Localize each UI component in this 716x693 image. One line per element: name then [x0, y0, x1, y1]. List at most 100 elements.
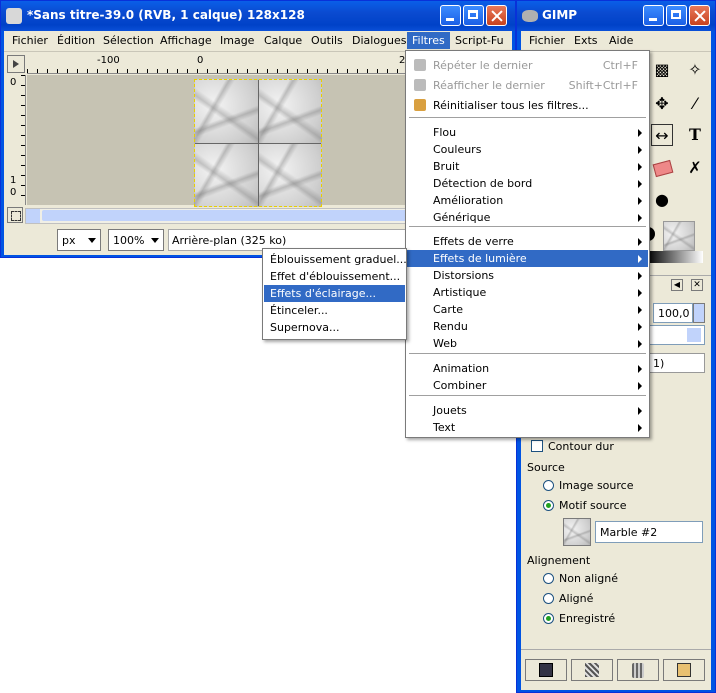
menu-selection[interactable]: Sélection [103, 34, 154, 47]
menu-calque[interactable]: Calque [264, 34, 302, 47]
light-effects-item-3[interactable]: Étinceler... [264, 302, 405, 319]
menu-fichier[interactable]: Fichier [12, 34, 48, 47]
smudge-icon[interactable]: ✗ [684, 157, 706, 179]
save-icon [539, 663, 553, 677]
light-effects-item-4[interactable]: Supernova... [264, 319, 405, 336]
clone-stamp-icon[interactable]: ▩ [651, 59, 673, 81]
mode-dropdown[interactable] [649, 325, 705, 345]
hard-edge-label: Contour dur [548, 440, 614, 453]
filters-item-bruit[interactable]: Bruit [407, 158, 648, 175]
filters-item-repeter-le-dernier[interactable]: Répéter le dernier Ctrl+F [407, 57, 648, 74]
quick-mask-menu-button[interactable] [7, 55, 25, 73]
menu-item-label: Rendu [433, 320, 468, 333]
maximize-button[interactable] [666, 5, 687, 26]
gimp-titlebar[interactable]: GIMP [517, 1, 715, 31]
filters-item-reinitialiser-tous-les-filtres[interactable]: Réinitialiser tous les filtres... [407, 97, 648, 114]
light-effects-item-2[interactable]: Effets d'éclairage... [264, 285, 405, 302]
menu-item-accelerator: Shift+Ctrl+F [568, 79, 638, 92]
dock-menu-button[interactable]: ◀ [671, 279, 683, 291]
close-button[interactable] [486, 5, 507, 26]
menu-image[interactable]: Image [220, 34, 254, 47]
minimize-button[interactable] [643, 5, 664, 26]
scroll-thumb[interactable] [42, 210, 422, 221]
pattern-source-radio[interactable] [543, 500, 554, 511]
filters-item-amelioration[interactable]: Amélioration [407, 192, 648, 209]
menu-item-label: Réinitialiser tous les filtres... [433, 99, 589, 112]
filters-item-detection-de-bord[interactable]: Détection de bord [407, 175, 648, 192]
filters-item-reafficher-le-dernier[interactable]: Réafficher le dernier Shift+Ctrl+F [407, 77, 648, 94]
menu-affichage[interactable]: Affichage [160, 34, 212, 47]
menu-script-fu[interactable]: Script-Fu [455, 34, 504, 47]
menu-aide[interactable]: Aide [609, 34, 633, 47]
light-effects-item-1[interactable]: Effet d'éblouissement... [264, 268, 405, 285]
filters-item-animation[interactable]: Animation [407, 360, 648, 377]
filters-item-carte[interactable]: Carte [407, 301, 648, 318]
save-options-button[interactable] [525, 659, 567, 681]
menu-edition[interactable]: Édition [57, 34, 95, 47]
source-label: Source [527, 461, 565, 474]
menu-item-label: Effets de lumière [433, 252, 527, 265]
restore-options-button[interactable] [571, 659, 613, 681]
reset-options-button[interactable] [663, 659, 705, 681]
menu-outils[interactable]: Outils [311, 34, 343, 47]
non-aligned-radio[interactable] [543, 573, 554, 584]
filters-item-effets-de-lumiere[interactable]: Effets de lumière [407, 250, 648, 267]
dock-close-button[interactable]: ✕ [691, 279, 703, 291]
eraser-icon[interactable] [651, 157, 674, 179]
filters-item-rendu[interactable]: Rendu [407, 318, 648, 335]
brush-field-text: 1) [653, 357, 665, 370]
minimize-button[interactable] [440, 5, 461, 26]
filters-item-artistique[interactable]: Artistique [407, 284, 648, 301]
horizontal-scrollbar[interactable] [25, 208, 427, 224]
filters-item-flou[interactable]: Flou [407, 124, 648, 141]
heal-icon[interactable]: ✧ [684, 59, 706, 81]
gimp-logo-icon [522, 10, 538, 22]
filters-item-distorsions[interactable]: Distorsions [407, 267, 648, 284]
paintbrush-icon[interactable]: ⁄ [684, 93, 706, 115]
opacity-spinbutton[interactable]: 100,0 [653, 303, 693, 323]
menu-filtres[interactable]: Filtres [407, 32, 450, 49]
registered-radio[interactable] [543, 613, 554, 624]
menu-item-label: Couleurs [433, 143, 482, 156]
filters-item-web[interactable]: Web [407, 335, 648, 352]
pattern-source-label: Motif source [559, 499, 627, 512]
submenu-arrow-icon [638, 306, 642, 314]
navigate-button[interactable] [7, 207, 23, 223]
maximize-button[interactable] [463, 5, 484, 26]
hard-edge-checkbox[interactable] [531, 440, 543, 452]
pattern-select-button[interactable] [563, 518, 591, 546]
close-button[interactable] [689, 5, 710, 26]
move-icon[interactable]: ✥ [651, 93, 673, 115]
gradient-preview[interactable] [647, 251, 703, 263]
image-source-radio[interactable] [543, 480, 554, 491]
menu-item-label: Flou [433, 126, 457, 139]
submenu-arrow-icon [638, 255, 642, 263]
submenu-arrow-icon [638, 289, 642, 297]
menu-fichier[interactable]: Fichier [529, 34, 565, 47]
ink-icon[interactable]: ● [651, 189, 673, 211]
spin-arrows[interactable] [693, 303, 705, 323]
filters-item-effets-de-verre[interactable]: Effets de verre [407, 233, 648, 250]
flip-icon[interactable]: ↔ [651, 124, 673, 146]
menu-exts[interactable]: Exts [574, 34, 598, 47]
unit-dropdown[interactable]: px [57, 229, 101, 251]
filters-item-couleurs[interactable]: Couleurs [407, 141, 648, 158]
zoom-dropdown[interactable]: 100% [108, 229, 164, 251]
aligned-radio[interactable] [543, 593, 554, 604]
footer-separator [521, 649, 711, 650]
delete-options-button[interactable] [617, 659, 659, 681]
active-pattern-preview[interactable] [663, 221, 695, 251]
filters-item-text[interactable]: Text [407, 419, 648, 436]
light-effects-item-0[interactable]: Éblouissement graduel... [264, 251, 407, 268]
image-window-titlebar[interactable]: *Sans titre-39.0 (RVB, 1 calque) 128x128 [1, 1, 515, 31]
ruler-label: -100 [97, 55, 120, 66]
scroll-left-arrow[interactable] [26, 209, 40, 223]
image-layer[interactable] [194, 79, 322, 207]
menu-dialogues[interactable]: Dialogues [352, 34, 407, 47]
brush-field[interactable]: 1) [649, 353, 705, 373]
text-icon[interactable]: T [684, 124, 706, 146]
filters-item-combiner[interactable]: Combiner [407, 377, 648, 394]
submenu-arrow-icon [638, 146, 642, 154]
filters-item-jouets[interactable]: Jouets [407, 402, 648, 419]
filters-item-generique[interactable]: Générique [407, 209, 648, 226]
